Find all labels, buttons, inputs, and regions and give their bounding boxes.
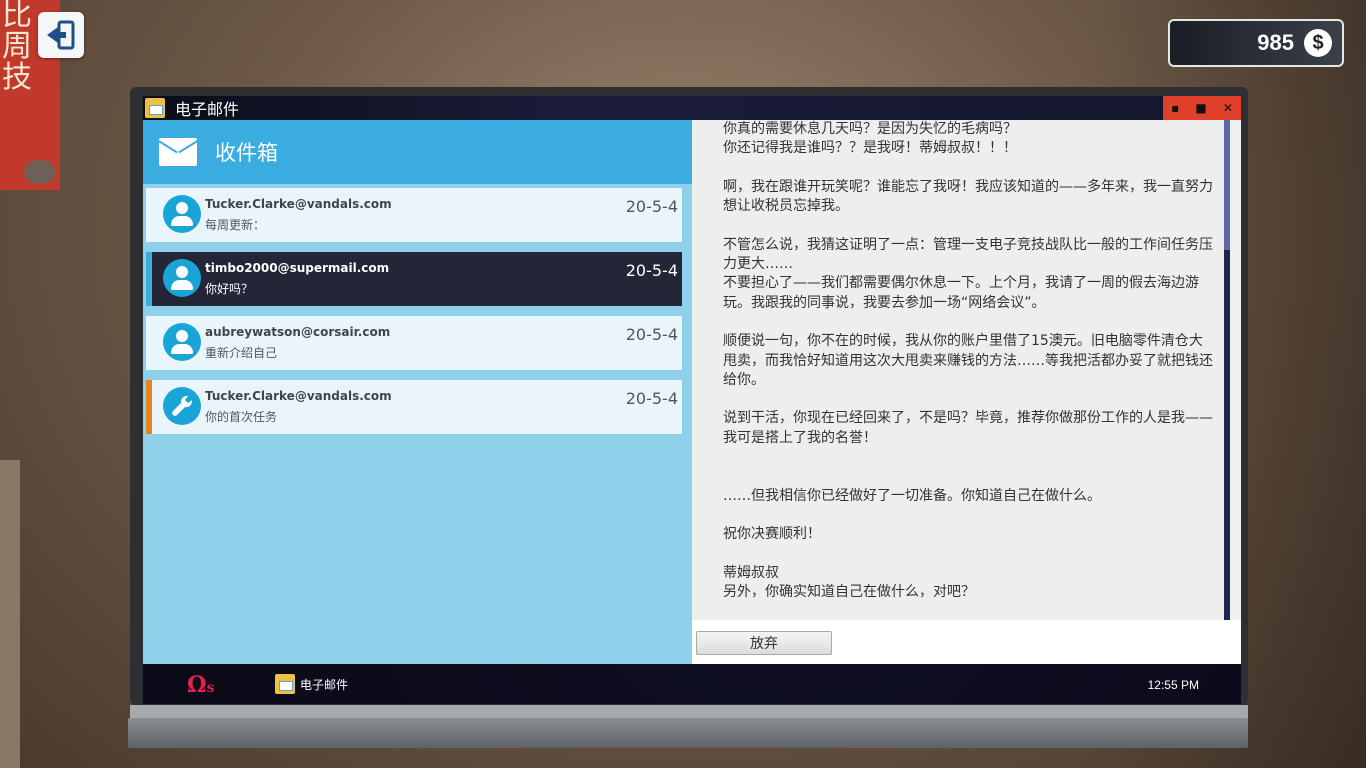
os-logo-omega: Ω <box>187 672 207 698</box>
mail-date: 20-5-4 <box>625 197 678 216</box>
mail-date: 20-5-4 <box>625 389 678 408</box>
taskbar-clock: 12:55 PM <box>1147 678 1199 692</box>
mail-from: Tucker.Clarke@vandals.com <box>205 389 392 403</box>
message-text: 你真的需要休息几天吗？是因为失忆的毛病吗？ 你还记得我是谁吗？？是我呀！蒂姆叔叔… <box>723 121 1213 601</box>
person-icon <box>163 323 201 361</box>
mail-app-icon <box>145 98 165 118</box>
window-title: 电子邮件 <box>175 100 240 119</box>
poster-text: 比 周 技 <box>2 0 32 95</box>
inbox-title: 收件箱 <box>215 141 278 165</box>
person-icon <box>163 195 201 233</box>
message-footer: 放弃 <box>692 620 1241 664</box>
task-marker <box>146 380 152 434</box>
reading-pane: 你真的需要休息几天吗？是因为失忆的毛病吗？ 你还记得我是谁吗？？是我呀！蒂姆叔叔… <box>692 120 1241 664</box>
mail-subject: 你的首次任务 <box>205 410 278 424</box>
monitor-chin <box>130 705 1248 719</box>
mail-subject: 每周更新： <box>205 218 266 232</box>
exit-button[interactable] <box>38 12 84 58</box>
desk-edge <box>0 460 20 768</box>
mail-subject: 你好吗？ <box>205 282 254 296</box>
discard-button[interactable]: 放弃 <box>696 631 832 655</box>
message-scrollbar[interactable] <box>1224 120 1230 620</box>
message-body: 你真的需要休息几天吗？是因为失忆的毛病吗？ 你还记得我是谁吗？？是我呀！蒂姆叔叔… <box>692 120 1230 620</box>
wrench-icon <box>163 387 201 425</box>
poster-pin <box>24 160 56 184</box>
mail-item[interactable]: aubreywatson@corsair.com 重新介绍自己 20-5-4 <box>146 316 682 370</box>
window-controls: ▪ ■ ✕ <box>1163 96 1241 120</box>
money-amount: 985 <box>1257 30 1294 55</box>
minimize-button[interactable]: ▪ <box>1171 101 1179 115</box>
maximize-button[interactable]: ■ <box>1195 101 1206 115</box>
exit-door-icon <box>47 20 75 50</box>
mail-from: aubreywatson@corsair.com <box>205 325 391 339</box>
window-titlebar[interactable]: 电子邮件 ▪ ■ ✕ <box>143 96 1241 120</box>
mail-item-selected[interactable]: timbo2000@supermail.com 你好吗？ 20-5-4 <box>146 252 682 306</box>
mail-from: timbo2000@supermail.com <box>205 261 390 275</box>
mail-app-icon <box>275 674 295 694</box>
money-display: 985 $ <box>1168 19 1344 67</box>
inbox-header: 收件箱 <box>143 120 692 184</box>
mail-date: 20-5-4 <box>625 325 678 344</box>
mail-item[interactable]: Tucker.Clarke@vandals.com 每周更新： 20-5-4 <box>146 188 682 242</box>
unread-marker <box>146 252 152 306</box>
mail-from: Tucker.Clarke@vandals.com <box>205 197 392 211</box>
mail-date: 20-5-4 <box>625 261 678 280</box>
os-logo-s: s <box>206 680 215 696</box>
dollar-coin-icon: $ <box>1304 29 1332 57</box>
monitor-stand <box>128 718 1248 748</box>
mail-subject: 重新介绍自己 <box>205 346 278 360</box>
person-icon <box>163 259 201 297</box>
taskbar-mail-label: 电子邮件 <box>300 677 349 692</box>
inbox-pane: 收件箱 Tucker.Clarke@vandals.com 每周更新： 20-5… <box>143 120 692 664</box>
close-button[interactable]: ✕ <box>1223 101 1233 115</box>
taskbar: Ωs 电子邮件 12:55 PM <box>143 664 1241 704</box>
screen: 电子邮件 ▪ ■ ✕ 收件箱 Tucker.Clarke@vandals.com… <box>143 96 1241 704</box>
mail-item[interactable]: Tucker.Clarke@vandals.com 你的首次任务 20-5-4 <box>146 380 682 434</box>
envelope-icon <box>159 138 197 166</box>
start-button[interactable]: Ωs <box>187 672 214 698</box>
taskbar-mail-item[interactable]: 电子邮件 <box>275 674 348 694</box>
scroll-thumb[interactable] <box>1224 120 1230 250</box>
